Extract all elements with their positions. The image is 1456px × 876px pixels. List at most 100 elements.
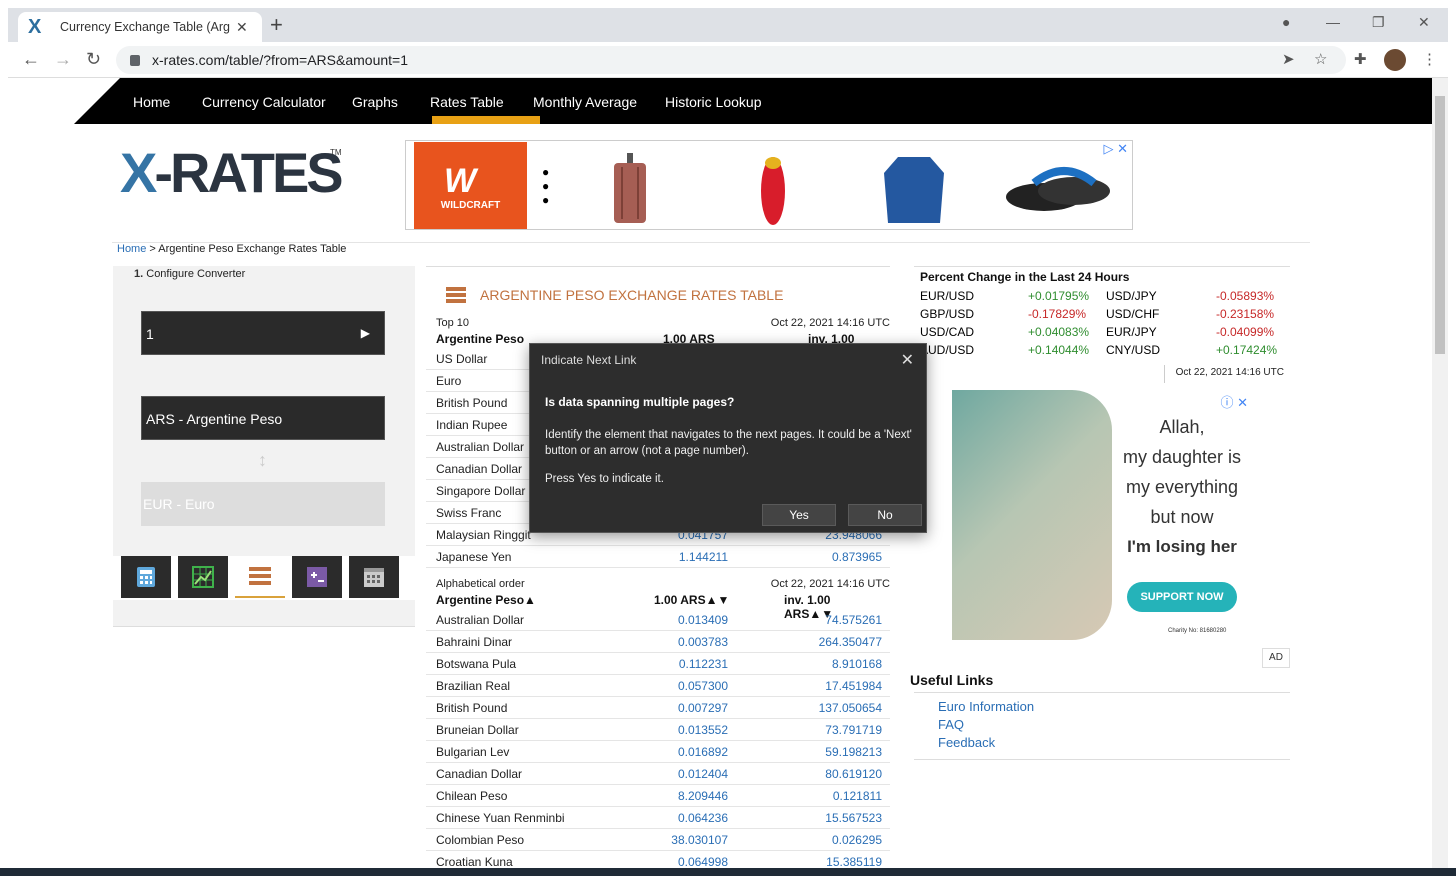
back-icon[interactable]: ←: [22, 49, 40, 70]
inverse-rate-link[interactable]: 74.575261: [825, 613, 882, 627]
change-value: +0.14044%: [1028, 343, 1090, 357]
bookmark-star-icon[interactable]: ☆: [1314, 50, 1327, 68]
dialog-instruction: Press Yes to indicate it.: [545, 473, 664, 485]
top10-date: Oct 22, 2021 14:16 UTC: [770, 317, 890, 329]
wildcraft-logo[interactable]: W WILDCRAFT: [414, 142, 527, 229]
rate-link[interactable]: 0.003783: [678, 635, 728, 649]
converter-lower-area: [113, 626, 415, 866]
play-icon[interactable]: ▶: [361, 326, 370, 340]
pair-link[interactable]: USD/CHF: [1106, 307, 1159, 321]
pair-link[interactable]: USD/CAD: [920, 325, 974, 339]
close-window-icon[interactable]: ✕: [1418, 14, 1430, 31]
currency-name: Japanese Yen: [436, 550, 512, 564]
inverse-rate-link[interactable]: 17.451984: [825, 679, 882, 693]
xrates-logo[interactable]: X-RATES: [120, 140, 344, 205]
reload-icon[interactable]: ↻: [86, 49, 101, 70]
no-button[interactable]: No: [848, 504, 922, 526]
table-row: Canadian Dollar 0.012404 80.619120: [426, 763, 890, 785]
currency-name: Chinese Yuan Renminbi: [436, 811, 565, 825]
rate-link[interactable]: 0.013409: [678, 613, 728, 627]
sort-col1-header[interactable]: 1.00 ARS▲▼: [654, 593, 729, 607]
link-faq[interactable]: FAQ: [938, 717, 964, 732]
nav-currency-calculator[interactable]: Currency Calculator: [202, 94, 326, 110]
rate-link[interactable]: 0.013552: [678, 723, 728, 737]
to-currency-select[interactable]: EUR - Euro: [141, 482, 385, 526]
sleeping-bag-icon: [761, 157, 785, 225]
nav-monthly-average[interactable]: Monthly Average: [533, 94, 637, 110]
rate-link[interactable]: 0.064236: [678, 811, 728, 825]
extensions-icon[interactable]: ✚: [1354, 50, 1367, 68]
nav-graphs[interactable]: Graphs: [352, 94, 398, 110]
scrollbar[interactable]: [1432, 78, 1448, 868]
inverse-rate-link[interactable]: 137.050654: [819, 701, 882, 715]
rate-link[interactable]: 0.112231: [679, 657, 728, 671]
historic-calendar-icon[interactable]: [349, 556, 399, 598]
rate-link[interactable]: 0.064998: [678, 855, 728, 868]
pair-link[interactable]: GBP/USD: [920, 307, 974, 321]
pair-link[interactable]: USD/JPY: [1106, 289, 1157, 303]
amount-input[interactable]: 1 ▶: [141, 311, 385, 355]
monthly-average-icon[interactable]: [292, 556, 342, 598]
restore-icon[interactable]: ❐: [1372, 14, 1385, 31]
nav-home[interactable]: Home: [133, 94, 170, 110]
currency-name: Euro: [436, 374, 462, 388]
graph-icon[interactable]: [178, 556, 228, 598]
dialog-close-icon[interactable]: ✕: [901, 350, 914, 370]
percent-change-title: Percent Change in the Last 24 Hours: [920, 270, 1130, 284]
minimize-icon[interactable]: —: [1326, 14, 1340, 30]
nav-historic-lookup[interactable]: Historic Lookup: [665, 94, 762, 110]
change-value: +0.01795%: [1028, 289, 1090, 303]
calculator-icon[interactable]: [121, 556, 171, 598]
swap-icon[interactable]: ↕: [258, 450, 267, 471]
ad-choices-icon[interactable]: ⓘ ✕: [1220, 392, 1248, 411]
support-now-button[interactable]: SUPPORT NOW: [1127, 582, 1237, 612]
close-tab-icon[interactable]: ✕: [236, 19, 248, 36]
send-icon[interactable]: ➤: [1282, 50, 1295, 68]
inverse-rate-link[interactable]: 0.121811: [833, 789, 882, 803]
inverse-rate-link[interactable]: 15.567523: [825, 811, 882, 825]
rate-link[interactable]: 0.007297: [678, 701, 728, 715]
link-feedback[interactable]: Feedback: [938, 735, 995, 750]
inverse-rate-link[interactable]: 15.385119: [826, 855, 882, 868]
yes-button[interactable]: Yes: [762, 504, 836, 526]
suitcase-icon: [614, 153, 646, 223]
pair-link[interactable]: EUR/JPY: [1106, 325, 1157, 339]
pair-link[interactable]: CNY/USD: [1106, 343, 1160, 357]
inverse-rate-link[interactable]: 73.791719: [825, 723, 882, 737]
inverse-rate-link[interactable]: 0.873965: [832, 550, 882, 564]
avatar[interactable]: [1384, 49, 1406, 71]
rate-link[interactable]: 0.012404: [678, 767, 728, 781]
new-tab-icon[interactable]: +: [270, 12, 283, 38]
rate-link[interactable]: 8.209446: [678, 789, 728, 803]
currency-name: Swiss Franc: [436, 506, 502, 520]
link-euro-information[interactable]: Euro Information: [938, 699, 1034, 714]
rate-link[interactable]: 0.016892: [678, 745, 728, 759]
inverse-rate-link[interactable]: 80.619120: [825, 767, 882, 781]
percent-change-row: AUD/USD +0.14044% CNY/USD +0.17424%: [920, 343, 1280, 361]
pair-link[interactable]: EUR/USD: [920, 289, 974, 303]
rates-table-icon[interactable]: [235, 556, 285, 598]
rate-link[interactable]: 38.030107: [671, 833, 728, 847]
sort-base-header[interactable]: Argentine Peso▲: [436, 593, 536, 607]
rate-link[interactable]: 0.057300: [678, 679, 728, 693]
inverse-rate-link[interactable]: 264.350477: [819, 635, 882, 649]
profile-menu-icon[interactable]: ●: [1282, 14, 1290, 30]
inverse-rate-link[interactable]: 0.026295: [832, 833, 882, 847]
menu-dots-icon[interactable]: ⋮: [1422, 50, 1437, 68]
browser-tab[interactable]: X Currency Exchange Table (Argent ✕: [18, 12, 262, 42]
url-omnibox[interactable]: x-rates.com/table/?from=ARS&amount=1: [116, 46, 1346, 74]
ad-text: Allah, my daughter is my everything but …: [1122, 417, 1242, 556]
inverse-rate-link[interactable]: 8.910168: [832, 657, 882, 671]
ad-choices-icon[interactable]: ▷ ✕: [1103, 141, 1128, 157]
taskbar: [0, 868, 1456, 876]
pair-link[interactable]: AUD/USD: [920, 343, 974, 357]
breadcrumb-home[interactable]: Home: [117, 243, 146, 255]
ad-banner[interactable]: W WILDCRAFT ● ● ● ▷ ✕: [405, 140, 1133, 230]
from-currency-select[interactable]: ARS - Argentine Peso: [141, 396, 385, 440]
forward-icon[interactable]: →: [54, 49, 72, 70]
inverse-rate-link[interactable]: 59.198213: [825, 745, 882, 759]
charity-ad[interactable]: Allah, my daughter is my everything but …: [952, 390, 1252, 640]
scrollbar-thumb[interactable]: [1435, 96, 1445, 354]
nav-rates-table[interactable]: Rates Table: [430, 94, 504, 110]
rate-link[interactable]: 1.144211: [679, 550, 728, 564]
